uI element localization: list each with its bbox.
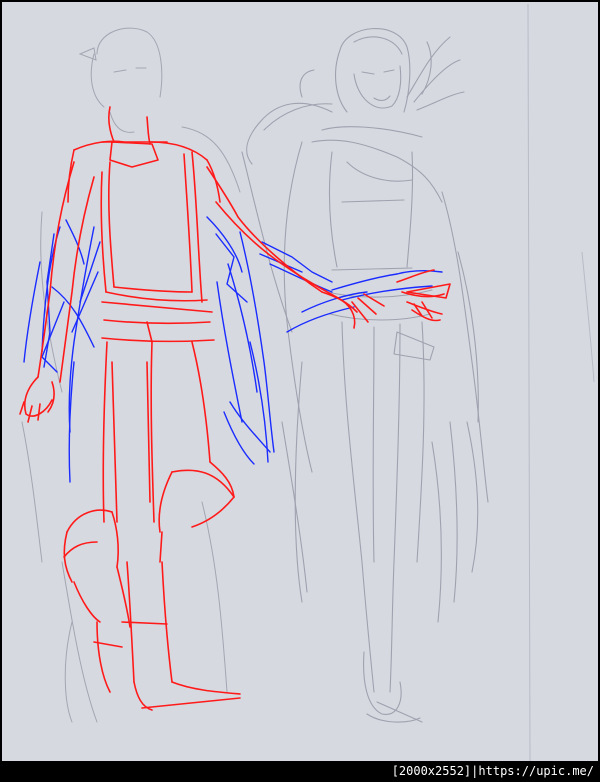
paper-edge-lines	[527, 3, 595, 761]
watermark-resolution: [2000x2552]	[391, 764, 472, 778]
sketch-artwork	[19, 3, 595, 761]
resolution-watermark: [2000x2552]|https://upic.me/	[392, 763, 594, 779]
image-frame: [2000x2552]|https://upic.me/	[0, 0, 600, 782]
blue-overlay-coat	[23, 216, 443, 483]
watermark-url: https://upic.me/	[478, 764, 594, 778]
sketch-paper	[2, 2, 598, 761]
pencil-figure-right	[241, 28, 489, 723]
